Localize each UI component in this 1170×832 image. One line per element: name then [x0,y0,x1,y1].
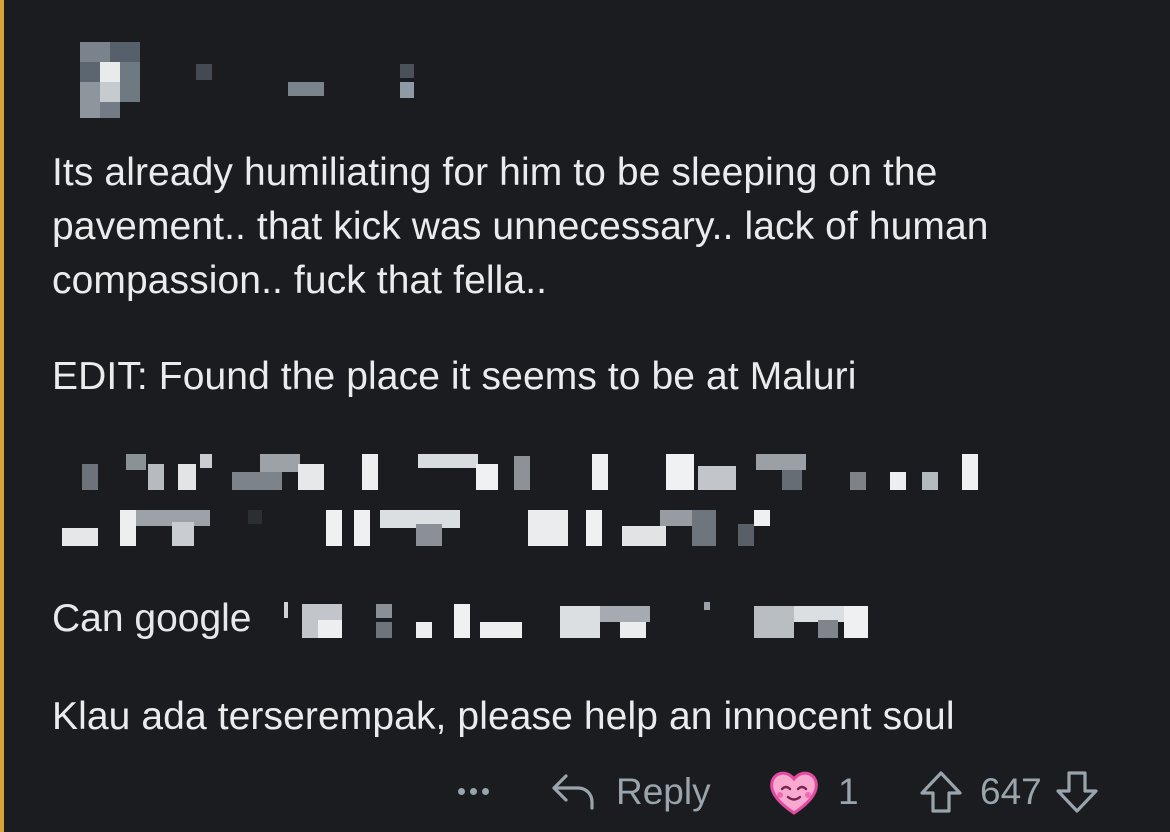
vote-count: 647 [980,771,1042,812]
reply-label: Reply [616,771,711,812]
reply-arrow-icon [552,774,594,810]
award-count: 1 [838,771,859,812]
award-badge[interactable]: 1 [768,766,859,818]
ellipsis-icon-dot [470,788,477,795]
comment-action-bar: Reply 1 647 [452,762,1132,822]
comment-paragraph: EDIT: Found the place it seems to be at … [52,355,857,398]
ellipsis-icon [458,788,465,795]
more-options-button[interactable] [452,770,498,810]
comment: Its already humiliating for him to be sl… [52,0,1142,832]
comment-paragraph: Its already humiliating for him to be sl… [52,151,989,302]
timestamp-censored [400,64,414,78]
timestamp-censored-2 [400,82,414,98]
comment-paragraph: Klau ada terserempak, please help an inn… [52,695,955,738]
censored-search-term [284,602,894,642]
author-row-censored [80,42,480,122]
ellipsis-icon-dot [482,788,489,795]
thread-line[interactable] [0,0,4,832]
avatar[interactable] [80,42,140,118]
vote-controls: 647 [918,762,1100,822]
username-censored[interactable] [196,64,212,80]
author-flair-censored [288,82,324,96]
upvote-arrow-icon[interactable] [918,769,964,815]
heart-face-award-icon [770,771,818,815]
censored-address [62,454,992,550]
reply-button[interactable]: Reply [550,762,711,822]
comment-paragraph: Can google [52,597,252,640]
downvote-arrow-icon[interactable] [1054,769,1100,815]
comment-paragraph-censored: Can google [52,592,952,652]
